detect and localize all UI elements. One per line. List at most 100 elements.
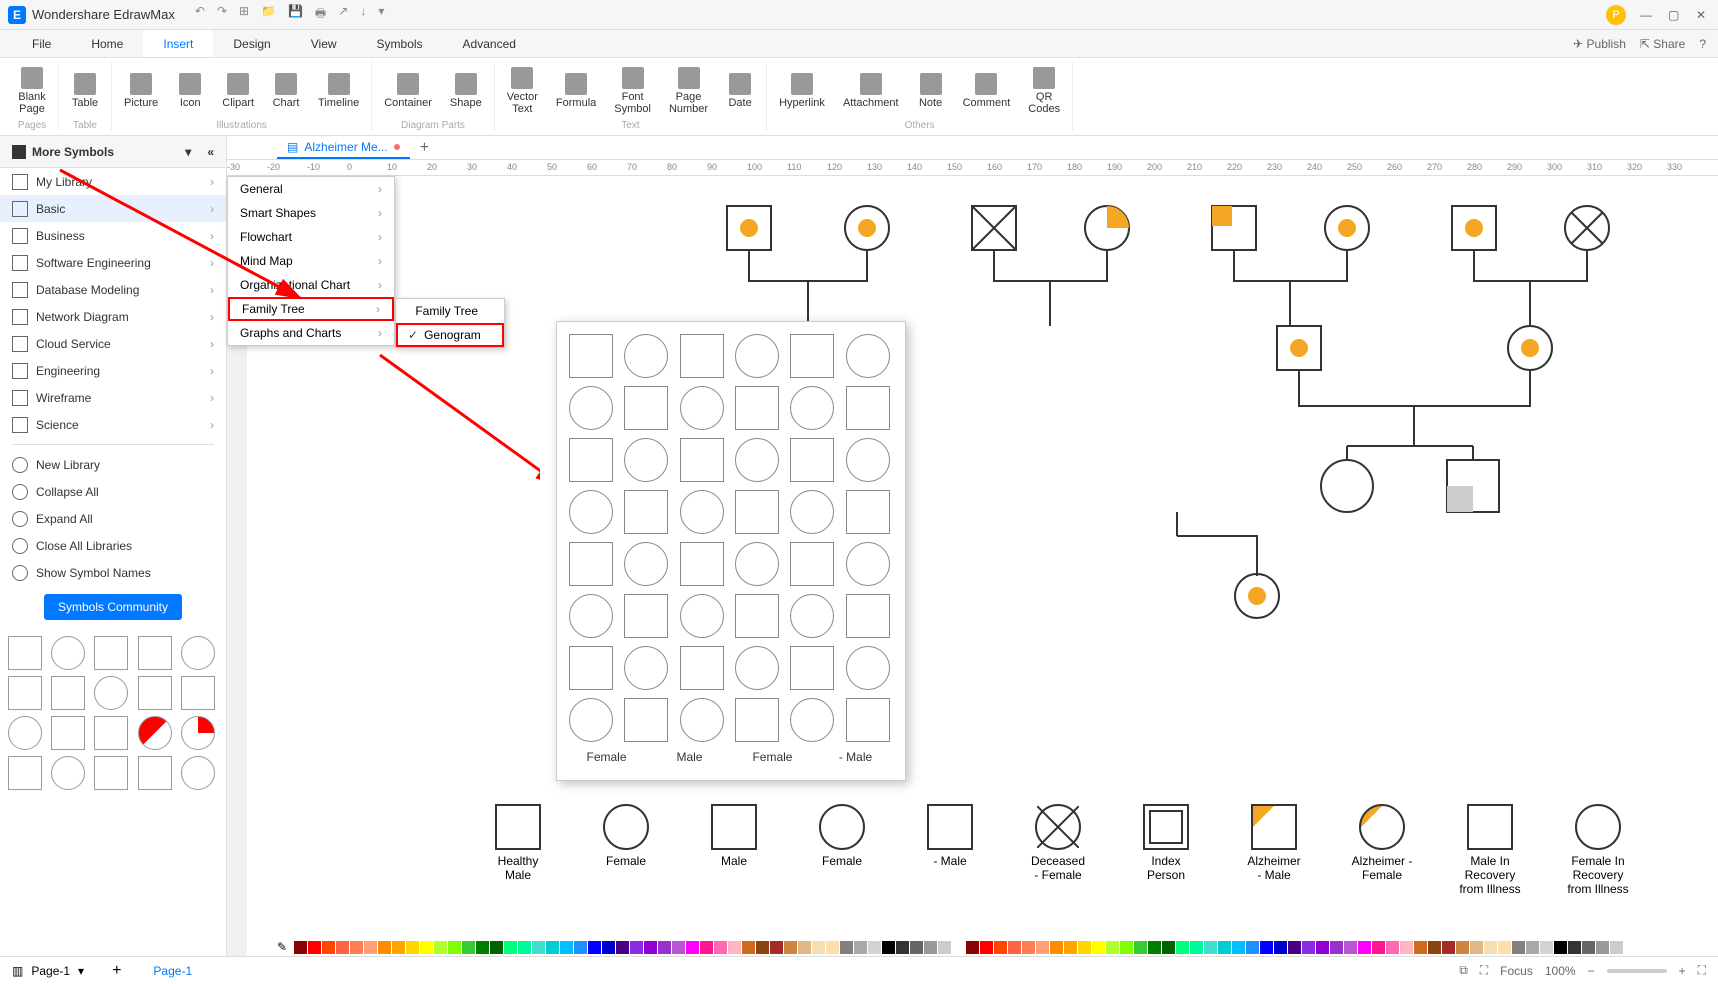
- color-swatch[interactable]: [504, 941, 517, 954]
- color-swatch[interactable]: [1260, 941, 1273, 954]
- genogram-symbol[interactable]: [624, 646, 668, 690]
- zoom-in-button[interactable]: +: [1679, 964, 1686, 978]
- undo-icon[interactable]: ↶: [195, 4, 205, 25]
- genogram-symbol[interactable]: [846, 698, 890, 742]
- submenu-item-smart-shapes[interactable]: Smart Shapes›: [228, 201, 394, 225]
- genogram-symbol[interactable]: [624, 438, 668, 482]
- color-swatch[interactable]: [1148, 941, 1161, 954]
- focus-label[interactable]: Focus: [1500, 964, 1533, 978]
- genogram-symbol[interactable]: [735, 542, 779, 586]
- ribbon-timeline[interactable]: Timeline: [310, 62, 367, 120]
- color-swatch[interactable]: [994, 941, 1007, 954]
- color-swatch[interactable]: [1008, 941, 1021, 954]
- color-swatch[interactable]: [1050, 941, 1063, 954]
- color-swatch[interactable]: [490, 941, 503, 954]
- color-swatch[interactable]: [574, 941, 587, 954]
- new-tab-button[interactable]: +: [420, 139, 429, 157]
- maximize-icon[interactable]: ▢: [1668, 8, 1682, 22]
- shape-thumb[interactable]: [138, 636, 172, 670]
- color-swatch[interactable]: [686, 941, 699, 954]
- shape-thumb[interactable]: [51, 676, 85, 710]
- color-swatch[interactable]: [546, 941, 559, 954]
- color-swatch[interactable]: [966, 941, 979, 954]
- shape-thumb[interactable]: [94, 756, 128, 790]
- genogram-symbol[interactable]: [735, 490, 779, 534]
- color-swatch[interactable]: [294, 941, 307, 954]
- color-swatch[interactable]: [1302, 941, 1315, 954]
- color-swatch[interactable]: [462, 941, 475, 954]
- genogram-symbol[interactable]: [735, 334, 779, 378]
- sidebar-item-wireframe[interactable]: Wireframe›: [0, 384, 226, 411]
- minimize-icon[interactable]: —: [1640, 8, 1654, 22]
- genogram-symbol[interactable]: [624, 698, 668, 742]
- page-name[interactable]: Page-1: [31, 964, 70, 978]
- save-icon[interactable]: 💾: [288, 4, 303, 25]
- color-swatch[interactable]: [1596, 941, 1609, 954]
- genogram-symbol[interactable]: [624, 386, 668, 430]
- color-swatch[interactable]: [1246, 941, 1259, 954]
- genogram-symbol[interactable]: [569, 386, 613, 430]
- color-swatch[interactable]: [742, 941, 755, 954]
- color-swatch[interactable]: [1344, 941, 1357, 954]
- ribbon-picture[interactable]: Picture: [116, 62, 166, 120]
- color-swatch[interactable]: [378, 941, 391, 954]
- genogram-symbol[interactable]: [846, 438, 890, 482]
- sidebar-item-engineering[interactable]: Engineering›: [0, 357, 226, 384]
- share-button[interactable]: ⇱ Share: [1640, 37, 1685, 51]
- color-swatch[interactable]: [1078, 941, 1091, 954]
- genogram-symbol[interactable]: [680, 386, 724, 430]
- color-swatch[interactable]: [630, 941, 643, 954]
- submenu2-item-genogram[interactable]: ✓Genogram: [396, 323, 504, 347]
- page-link[interactable]: Page-1: [153, 964, 192, 978]
- ribbon-vector-text[interactable]: VectorText: [499, 62, 546, 120]
- zoom-out-button[interactable]: −: [1588, 964, 1595, 978]
- ribbon-table[interactable]: Table: [63, 62, 107, 120]
- color-swatch[interactable]: [1428, 941, 1441, 954]
- submenu-item-general[interactable]: General›: [228, 177, 394, 201]
- qat-more-icon[interactable]: ▾: [378, 4, 384, 25]
- color-swatch[interactable]: [1162, 941, 1175, 954]
- close-icon[interactable]: ✕: [1696, 8, 1710, 22]
- genogram-symbol[interactable]: [680, 594, 724, 638]
- color-swatch[interactable]: [1092, 941, 1105, 954]
- genogram-symbol[interactable]: [846, 334, 890, 378]
- color-swatch[interactable]: [448, 941, 461, 954]
- shape-thumb[interactable]: [94, 636, 128, 670]
- color-swatch[interactable]: [1134, 941, 1147, 954]
- shape-thumb[interactable]: [138, 716, 172, 750]
- fullscreen-icon[interactable]: ⛶: [1698, 963, 1706, 978]
- color-swatch[interactable]: [602, 941, 615, 954]
- page-list-icon[interactable]: ▥: [12, 964, 23, 978]
- color-swatch[interactable]: [1372, 941, 1385, 954]
- sidebar-item-science[interactable]: Science›: [0, 411, 226, 438]
- color-swatch[interactable]: [1330, 941, 1343, 954]
- submenu-item-family-tree[interactable]: Family Tree›: [228, 297, 394, 321]
- sidebar-item-database-modeling[interactable]: Database Modeling›: [0, 276, 226, 303]
- color-swatch[interactable]: [1274, 941, 1287, 954]
- color-swatch[interactable]: [1442, 941, 1455, 954]
- shape-thumb[interactable]: [94, 676, 128, 710]
- color-swatch[interactable]: [1484, 941, 1497, 954]
- color-swatch[interactable]: [1316, 941, 1329, 954]
- color-swatch[interactable]: [420, 941, 433, 954]
- color-swatch[interactable]: [700, 941, 713, 954]
- open-icon[interactable]: 📁: [261, 4, 276, 25]
- color-swatch[interactable]: [840, 941, 853, 954]
- shape-thumb[interactable]: [181, 756, 215, 790]
- sidebar-item-network-diagram[interactable]: Network Diagram›: [0, 303, 226, 330]
- genogram-symbol[interactable]: [735, 386, 779, 430]
- color-swatch[interactable]: [1554, 941, 1567, 954]
- genogram-symbol[interactable]: [790, 438, 834, 482]
- ribbon-date[interactable]: Date: [718, 62, 762, 120]
- zoom-slider[interactable]: [1607, 969, 1667, 973]
- genogram-symbol[interactable]: [846, 542, 890, 586]
- color-swatch[interactable]: [1288, 941, 1301, 954]
- genogram-symbol[interactable]: [680, 698, 724, 742]
- color-swatch[interactable]: [1120, 941, 1133, 954]
- genogram-symbol[interactable]: [624, 542, 668, 586]
- color-swatch[interactable]: [1106, 941, 1119, 954]
- import-icon[interactable]: ↓: [360, 4, 366, 25]
- collapse-panel-icon[interactable]: «: [207, 145, 214, 159]
- genogram-symbol[interactable]: [790, 490, 834, 534]
- help-icon[interactable]: ?: [1699, 37, 1706, 51]
